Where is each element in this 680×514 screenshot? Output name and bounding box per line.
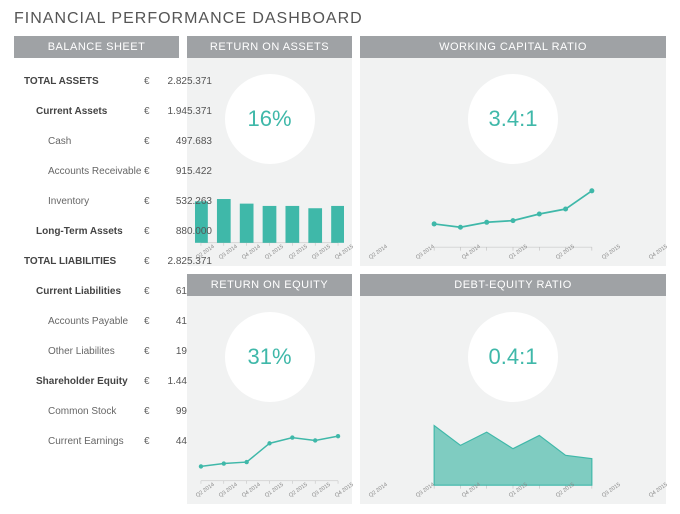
currency-symbol: € bbox=[144, 196, 160, 207]
balance-value: 2.825.371 bbox=[160, 76, 218, 87]
balance-value: 497.683 bbox=[160, 136, 218, 147]
currency-symbol: € bbox=[144, 436, 160, 447]
card-body-wcr: 3.4:1 Q2 2014Q3 2014Q4 2014Q1 2015Q2 201… bbox=[360, 58, 666, 266]
kpi-circle-der: 0.4:1 bbox=[468, 312, 558, 402]
balance-label: Accounts Payable bbox=[24, 316, 144, 327]
card-header-wcr: WORKING CAPITAL RATIO bbox=[360, 36, 666, 58]
balance-row: Cash€497.683 bbox=[24, 126, 169, 156]
currency-symbol: € bbox=[144, 406, 160, 417]
kpi-value-roa: 16% bbox=[247, 106, 291, 132]
line-chart-wcr bbox=[368, 174, 658, 254]
card-header-der: DEBT-EQUITY RATIO bbox=[360, 274, 666, 296]
kpi-value-der: 0.4:1 bbox=[489, 344, 538, 370]
card-body-der: 0.4:1 Q2 2014Q3 2014Q4 2014Q1 2015Q2 201… bbox=[360, 296, 666, 504]
x-axis-der: Q2 2014Q3 2014Q4 2014Q1 2015Q2 2015Q3 20… bbox=[368, 494, 658, 500]
kpi-value-roe: 31% bbox=[247, 344, 291, 370]
currency-symbol: € bbox=[144, 136, 160, 147]
currency-symbol: € bbox=[144, 166, 160, 177]
balance-label: Long-Term Assets bbox=[24, 226, 144, 237]
kpi-circle-roa: 16% bbox=[225, 74, 315, 164]
balance-row: TOTAL ASSETS€2.825.371 bbox=[24, 66, 169, 96]
balance-value: 2.825.371 bbox=[160, 256, 218, 267]
currency-symbol: € bbox=[144, 346, 160, 357]
currency-symbol: € bbox=[144, 376, 160, 387]
card-debt-equity-ratio: DEBT-EQUITY RATIO 0.4:1 Q2 2014Q3 2014Q4… bbox=[360, 274, 666, 504]
balance-row: Long-Term Assets€880.000 bbox=[24, 216, 169, 246]
currency-symbol: € bbox=[144, 286, 160, 297]
grid: RETURN ON ASSETS 16% Q2 2014Q3 2014Q4 20… bbox=[14, 36, 666, 504]
balance-row: Current Liabilities€610.106 bbox=[24, 276, 169, 306]
balance-row: Other Liabilites€191.941 bbox=[24, 336, 169, 366]
balance-value: 880.000 bbox=[160, 226, 218, 237]
card-header-roa: RETURN ON ASSETS bbox=[187, 36, 352, 58]
currency-symbol: € bbox=[144, 256, 160, 267]
card-return-on-equity: RETURN ON EQUITY 31% Q2 2014Q3 2014Q4 20… bbox=[187, 274, 352, 504]
balance-label: Current Assets bbox=[24, 106, 144, 117]
currency-symbol: € bbox=[144, 76, 160, 87]
balance-row: Current Assets€1.945.371 bbox=[24, 96, 169, 126]
x-axis-roe: Q2 2014Q3 2014Q4 2014Q1 2015Q2 2015Q3 20… bbox=[195, 494, 344, 500]
dashboard: FINANCIAL PERFORMANCE DASHBOARD RETURN O… bbox=[0, 0, 680, 514]
card-balance-sheet: BALANCE SHEET TOTAL ASSETS€2.825.371Curr… bbox=[14, 36, 179, 504]
bar-chart-roa bbox=[195, 174, 344, 254]
balance-row: Accounts Receivable€915.422 bbox=[24, 156, 169, 186]
balance-label: Shareholder Equity bbox=[24, 376, 144, 387]
page-title: FINANCIAL PERFORMANCE DASHBOARD bbox=[14, 10, 666, 28]
kpi-circle-wcr: 3.4:1 bbox=[468, 74, 558, 164]
balance-label: Other Liabilites bbox=[24, 346, 144, 357]
balance-label: Accounts Receivable bbox=[24, 166, 144, 177]
balance-row: Common Stock€998.750 bbox=[24, 396, 169, 426]
currency-symbol: € bbox=[144, 226, 160, 237]
balance-row: TOTAL LIABILITIES€2.825.371 bbox=[24, 246, 169, 276]
x-axis-wcr: Q2 2014Q3 2014Q4 2014Q1 2015Q2 2015Q3 20… bbox=[368, 256, 658, 262]
balance-value: 532.263 bbox=[160, 196, 218, 207]
balance-label: Cash bbox=[24, 136, 144, 147]
kpi-value-wcr: 3.4:1 bbox=[489, 106, 538, 132]
balance-label: TOTAL ASSETS bbox=[24, 76, 144, 87]
balance-value: 915.422 bbox=[160, 166, 218, 177]
line-chart-roe bbox=[195, 412, 344, 492]
balance-body: TOTAL ASSETS€2.825.371Current Assets€1.9… bbox=[14, 66, 179, 456]
kpi-circle-roe: 31% bbox=[225, 312, 315, 402]
balance-label: Current Earnings bbox=[24, 436, 144, 447]
balance-label: Current Liabilities bbox=[24, 286, 144, 297]
balance-label: Common Stock bbox=[24, 406, 144, 417]
currency-symbol: € bbox=[144, 316, 160, 327]
balance-row: Current Earnings€447.870 bbox=[24, 426, 169, 456]
balance-label: Inventory bbox=[24, 196, 144, 207]
balance-value: 1.945.371 bbox=[160, 106, 218, 117]
card-header-balance: BALANCE SHEET bbox=[14, 36, 179, 58]
balance-row: Shareholder Equity€1.446.620 bbox=[24, 366, 169, 396]
card-body-roe: 31% Q2 2014Q3 2014Q4 2014Q1 2015Q2 2015Q… bbox=[187, 296, 352, 504]
card-working-capital-ratio: WORKING CAPITAL RATIO 3.4:1 Q2 2014Q3 20… bbox=[360, 36, 666, 266]
balance-label: TOTAL LIABILITIES bbox=[24, 256, 144, 267]
currency-symbol: € bbox=[144, 106, 160, 117]
card-header-roe: RETURN ON EQUITY bbox=[187, 274, 352, 296]
balance-row: Inventory€532.263 bbox=[24, 186, 169, 216]
area-chart-der bbox=[368, 412, 658, 492]
balance-row: Accounts Payable€418.166 bbox=[24, 306, 169, 336]
